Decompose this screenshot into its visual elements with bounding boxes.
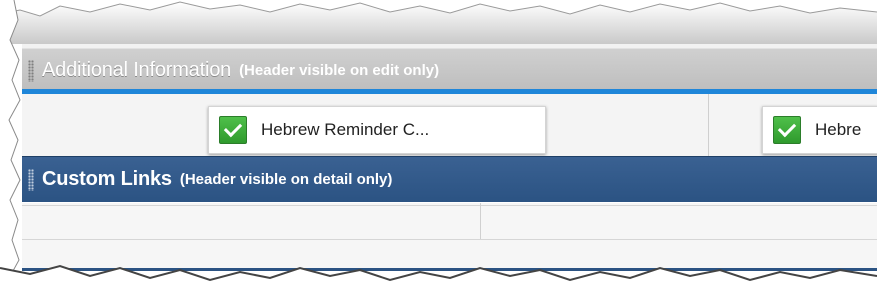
custom-links-table	[22, 202, 877, 271]
torn-bottom-edge	[0, 264, 877, 300]
section-header-note: (Header visible on edit only)	[239, 62, 440, 79]
page-layout-frame: Additional Information (Header visible o…	[22, 44, 877, 271]
checkbox-checked-icon[interactable]	[219, 116, 247, 144]
section-header-additional-information[interactable]: Additional Information (Header visible o…	[22, 48, 877, 92]
section-title: Additional Information	[42, 59, 232, 81]
table-divider	[22, 205, 877, 206]
drag-grip-icon[interactable]	[28, 168, 34, 191]
section-header-custom-links[interactable]: Custom Links (Header visible on detail o…	[22, 156, 877, 202]
field-hebrew-reminder[interactable]: Hebrew Reminder C...	[208, 106, 546, 154]
torn-left-edge	[0, 0, 21, 300]
checkbox-checked-icon[interactable]	[773, 116, 801, 144]
column-divider	[708, 94, 709, 156]
field-hebrew-truncated[interactable]: Hebre	[762, 106, 877, 154]
table-divider	[22, 239, 877, 240]
section-title: Custom Links	[42, 168, 172, 190]
section-header-note: (Header visible on detail only)	[179, 171, 393, 188]
drag-grip-icon[interactable]	[28, 59, 34, 82]
field-label: Hebrew Reminder C...	[261, 120, 430, 139]
torn-top-edge	[0, 1, 877, 44]
field-label: Hebre	[815, 120, 862, 139]
column-divider	[480, 203, 481, 239]
